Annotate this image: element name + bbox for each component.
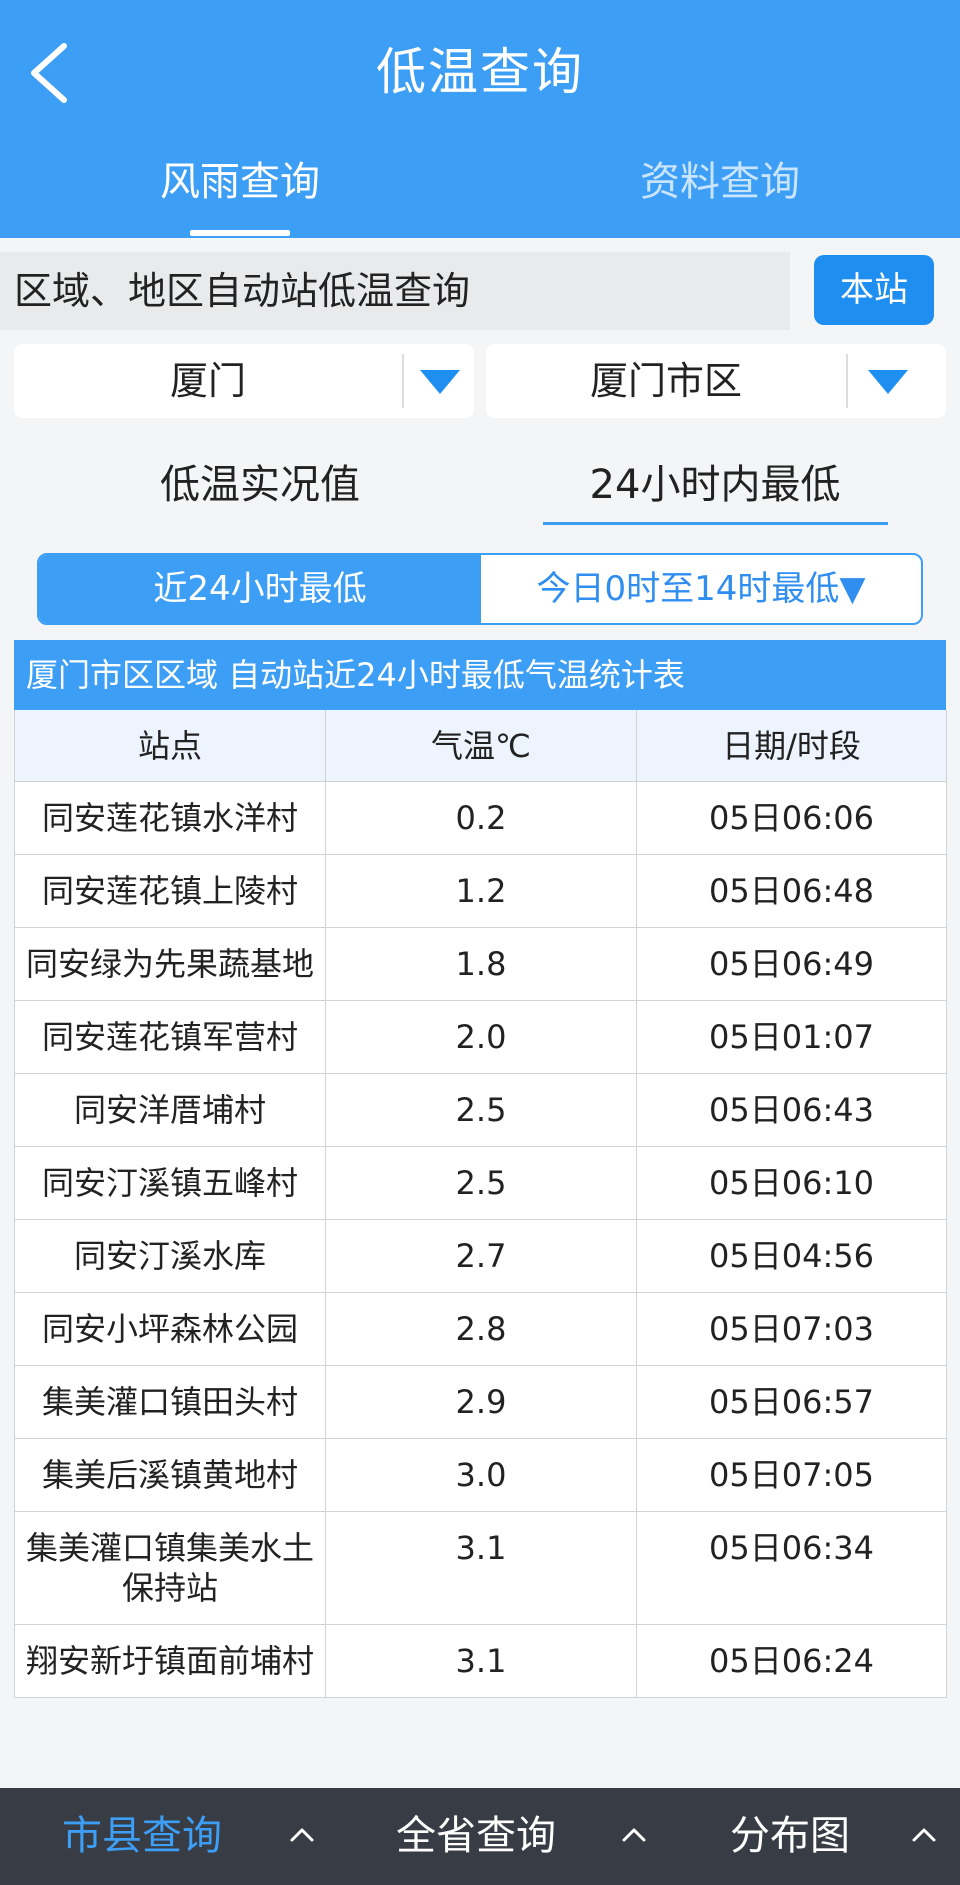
tab-data-query[interactable]: 资料查询	[480, 150, 960, 214]
query-label: 区域、地区自动站低温查询	[0, 252, 790, 330]
station-cell: 同安绿为先果蔬基地	[15, 928, 326, 1000]
nav-province[interactable]: 全省查询	[396, 1788, 556, 1885]
column-header-temp: 气温℃	[326, 710, 637, 781]
station-cell: 同安汀溪镇五峰村	[15, 1147, 326, 1219]
temp-cell: 2.5	[326, 1074, 637, 1146]
segment-last-24h[interactable]: 近24小时最低	[39, 555, 481, 623]
station-cell: 集美灌口镇田头村	[15, 1366, 326, 1438]
bottom-nav: 市县查询 全省查询 分布图	[0, 1788, 960, 1885]
temp-cell: 2.0	[326, 1001, 637, 1073]
tab-wind-rain[interactable]: 风雨查询	[0, 150, 480, 214]
time-cell: 05日06:24	[637, 1625, 947, 1697]
city-select-value: 厦门	[169, 359, 246, 403]
time-cell: 05日06:48	[637, 855, 947, 927]
table-row: 同安莲花镇上陵村 1.2 05日06:48	[15, 855, 947, 928]
table-row: 同安莲花镇军营村 2.0 05日01:07	[15, 1001, 947, 1074]
time-cell: 05日06:49	[637, 928, 947, 1000]
time-cell: 05日06:43	[637, 1074, 947, 1146]
chevron-up-icon[interactable]	[904, 1814, 944, 1854]
nav-distribution-map[interactable]: 分布图	[730, 1788, 850, 1885]
table-row: 同安小坪森林公园 2.8 05日07:03	[15, 1293, 947, 1366]
station-cell: 集美后溪镇黄地村	[15, 1439, 326, 1511]
temp-cell: 3.1	[326, 1625, 637, 1697]
nav-city-county[interactable]: 市县查询	[62, 1788, 222, 1885]
station-cell: 同安莲花镇上陵村	[15, 855, 326, 927]
table-row: 集美灌口镇集美水土保持站 3.1 05日06:34	[15, 1512, 947, 1625]
station-cell: 同安汀溪水库	[15, 1220, 326, 1292]
table-row: 同安汀溪镇五峰村 2.5 05日06:10	[15, 1147, 947, 1220]
table-row: 同安汀溪水库 2.7 05日04:56	[15, 1220, 947, 1293]
table-row: 同安绿为先果蔬基地 1.8 05日06:49	[15, 928, 947, 1001]
temp-cell: 1.8	[326, 928, 637, 1000]
time-cell: 05日07:05	[637, 1439, 947, 1511]
caret-down-icon[interactable]	[420, 370, 460, 394]
district-select-value: 厦门市区	[589, 359, 742, 403]
district-select[interactable]: 厦门市区	[486, 344, 946, 418]
temp-cell: 0.2	[326, 782, 637, 854]
table-row: 翔安新圩镇面前埔村 3.1 05日06:24	[15, 1625, 947, 1698]
city-select[interactable]: 厦门	[14, 344, 474, 418]
mode-24h-lowest[interactable]: 24小时内最低	[545, 452, 885, 518]
time-cell: 05日06:57	[637, 1366, 947, 1438]
time-cell: 05日07:03	[637, 1293, 947, 1365]
time-cell: 05日06:10	[637, 1147, 947, 1219]
station-cell: 翔安新圩镇面前埔村	[15, 1625, 326, 1697]
chevron-up-icon[interactable]	[282, 1814, 322, 1854]
station-cell: 同安莲花镇军营村	[15, 1001, 326, 1073]
temp-cell: 2.8	[326, 1293, 637, 1365]
low-temp-table: 站点 气温℃ 日期/时段 同安莲花镇水洋村 0.2 05日06:06 同安莲花镇上陵村…	[14, 710, 947, 1698]
time-cell: 05日06:06	[637, 782, 947, 854]
table-row: 同安洋厝埔村 2.5 05日06:43	[15, 1074, 947, 1147]
temp-cell: 2.7	[326, 1220, 637, 1292]
time-cell: 05日06:34	[637, 1512, 947, 1624]
temp-cell: 3.1	[326, 1512, 637, 1624]
active-tab-indicator	[190, 230, 290, 236]
station-cell: 同安洋厝埔村	[15, 1074, 326, 1146]
station-cell: 同安小坪森林公园	[15, 1293, 326, 1365]
caret-down-icon[interactable]	[868, 370, 908, 394]
period-segment-control: 近24小时最低 今日0时至14时最低▼	[37, 553, 923, 625]
chevron-up-icon[interactable]	[614, 1814, 654, 1854]
table-row: 同安莲花镇水洋村 0.2 05日06:06	[15, 782, 947, 855]
column-header-station: 站点	[15, 710, 326, 781]
temp-cell: 2.9	[326, 1366, 637, 1438]
app-header: 低温查询 风雨查询 资料查询	[0, 0, 960, 238]
mode-active-indicator	[543, 522, 888, 525]
page-title: 低温查询	[376, 43, 584, 101]
select-divider	[846, 354, 848, 408]
time-cell: 05日01:07	[637, 1001, 947, 1073]
segment-today-0-14[interactable]: 今日0时至14时最低▼	[481, 555, 921, 623]
time-cell: 05日04:56	[637, 1220, 947, 1292]
station-cell: 同安莲花镇水洋村	[15, 782, 326, 854]
column-header-time: 日期/时段	[637, 710, 947, 781]
select-divider	[402, 354, 404, 408]
station-cell: 集美灌口镇集美水土保持站	[15, 1512, 326, 1624]
station-button[interactable]: 本站	[814, 255, 934, 325]
temp-cell: 3.0	[326, 1439, 637, 1511]
table-row: 集美灌口镇田头村 2.9 05日06:57	[15, 1366, 947, 1439]
table-row: 集美后溪镇黄地村 3.0 05日07:05	[15, 1439, 947, 1512]
temp-cell: 2.5	[326, 1147, 637, 1219]
temp-cell: 1.2	[326, 855, 637, 927]
mode-low-temp-actual[interactable]: 低温实况值	[60, 452, 460, 518]
table-header-row: 站点 气温℃ 日期/时段	[15, 710, 947, 782]
table-title: 厦门市区区域 自动站近24小时最低气温统计表	[14, 640, 946, 710]
